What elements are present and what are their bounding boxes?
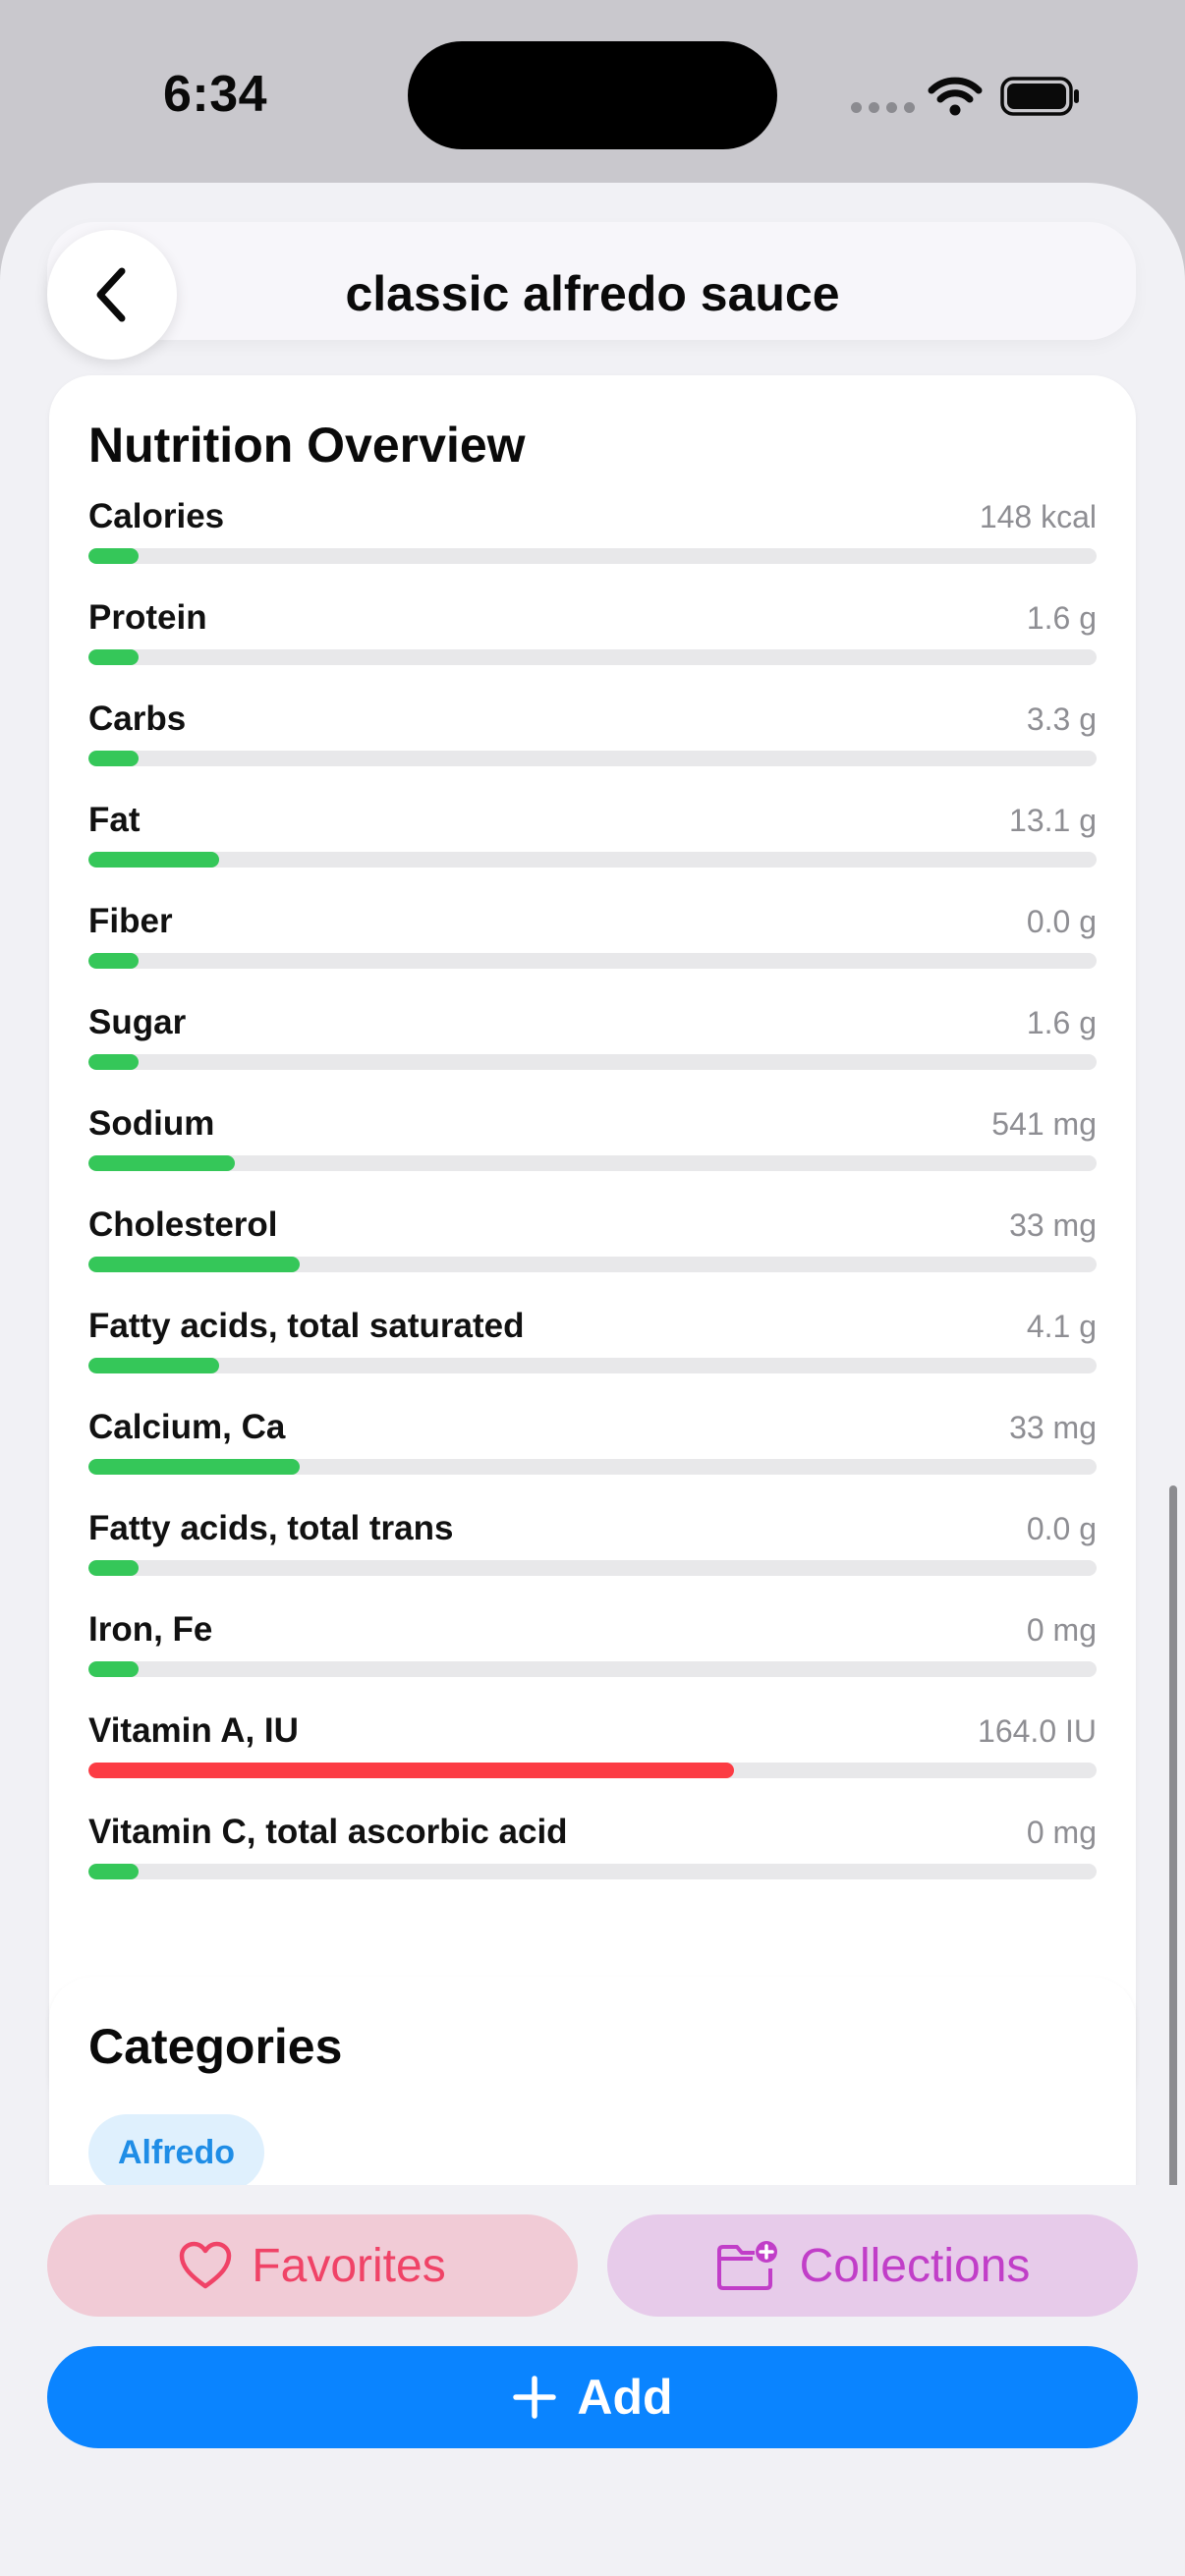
nutrient-label: Fiber [88, 902, 173, 940]
nutrition-row: Vitamin A, IU 164.0 IU [88, 1713, 1097, 1815]
nutrient-value: 33 mg [1009, 1410, 1097, 1445]
nutrient-progress-fill [88, 1763, 734, 1778]
nutrient-progress-fill [88, 649, 140, 665]
wifi-icon [928, 77, 983, 116]
nutrient-value: 0 mg [1026, 1815, 1097, 1850]
collections-label: Collections [799, 2239, 1031, 2292]
battery-icon [1000, 77, 1079, 116]
nutrient-label: Fatty acids, total saturated [88, 1307, 525, 1345]
nutrient-progress-track [88, 649, 1097, 665]
nutrient-progress-fill [88, 1864, 140, 1879]
nutrient-progress-track [88, 1257, 1097, 1272]
nutrient-progress-fill [88, 751, 140, 766]
page-title: classic alfredo sauce [345, 266, 840, 321]
heart-icon [180, 2241, 232, 2289]
nutrient-progress-fill [88, 548, 140, 564]
nutrition-list: Calories 148 kcal Protein 1.6 g Carbs 3.3 g Fa… [88, 499, 1097, 1916]
nutrient-progress-fill [88, 1459, 301, 1475]
nutrient-progress-track [88, 1155, 1097, 1171]
nutrient-progress-fill [88, 1661, 140, 1677]
bottom-action-bar: Favorites Collections Add [0, 2185, 1185, 2576]
nutrient-value: 4.1 g [1026, 1309, 1097, 1344]
nutrient-value: 1.6 g [1026, 600, 1097, 636]
nutrient-label: Vitamin A, IU [88, 1711, 299, 1750]
nutrient-label: Calories [88, 497, 225, 535]
nutrient-progress-track [88, 852, 1097, 868]
category-chip-alfredo[interactable]: Alfredo [88, 2114, 264, 2191]
nutrient-label: Sodium [88, 1104, 215, 1143]
chevron-left-icon [96, 267, 126, 322]
nutrition-row: Protein 1.6 g [88, 600, 1097, 701]
nutrient-value: 13.1 g [1009, 803, 1097, 838]
nutrient-label: Fatty acids, total trans [88, 1509, 454, 1547]
nutrient-progress-fill [88, 1155, 235, 1171]
nutrient-label: Protein [88, 598, 207, 637]
add-button[interactable]: Add [47, 2346, 1138, 2448]
nutrient-progress-fill [88, 953, 140, 969]
nutrition-row: Fat 13.1 g [88, 803, 1097, 904]
nutrient-value: 0.0 g [1026, 1511, 1097, 1546]
nutrient-value: 33 mg [1009, 1207, 1097, 1243]
nutrition-row: Carbs 3.3 g [88, 701, 1097, 803]
nutrition-row: Fiber 0.0 g [88, 904, 1097, 1005]
collections-button[interactable]: Collections [607, 2214, 1138, 2317]
nutrient-progress-track [88, 1661, 1097, 1677]
categories-title: Categories [88, 2019, 343, 2074]
nutrient-progress-fill [88, 1560, 140, 1576]
nutrient-value: 0.0 g [1026, 904, 1097, 939]
dynamic-island [408, 41, 777, 149]
nutrient-progress-track [88, 1459, 1097, 1475]
nutrition-row: Vitamin C, total ascorbic acid 0 mg [88, 1815, 1097, 1916]
nutrient-label: Iron, Fe [88, 1610, 213, 1649]
add-label: Add [577, 2370, 673, 2425]
nutrition-row: Calories 148 kcal [88, 499, 1097, 600]
nutrient-progress-track [88, 953, 1097, 969]
nutrient-progress-fill [88, 852, 220, 868]
nutrition-row: Iron, Fe 0 mg [88, 1612, 1097, 1713]
favorites-button[interactable]: Favorites [47, 2214, 578, 2317]
nutrient-progress-track [88, 548, 1097, 564]
favorites-label: Favorites [252, 2239, 446, 2292]
status-bar: 6:34 [0, 0, 1185, 187]
folder-add-icon [716, 2241, 777, 2290]
nutrient-label: Vitamin C, total ascorbic acid [88, 1813, 568, 1851]
nutrient-progress-track [88, 1054, 1097, 1070]
nutrient-label: Carbs [88, 700, 187, 738]
nutrition-row: Fatty acids, total trans 0.0 g [88, 1511, 1097, 1612]
nutrient-value: 164.0 IU [978, 1713, 1097, 1749]
cellular-signal-icon [851, 102, 915, 113]
nutrient-progress-track [88, 1763, 1097, 1778]
nutrient-progress-fill [88, 1054, 140, 1070]
nutrient-value: 3.3 g [1026, 701, 1097, 737]
nutrient-value: 541 mg [991, 1106, 1097, 1142]
nutrition-overview-card: Nutrition Overview Calories 148 kcal Prote… [49, 375, 1136, 2114]
plus-icon [513, 2376, 557, 2419]
nutrient-value: 0 mg [1026, 1612, 1097, 1648]
nutrient-progress-track [88, 751, 1097, 766]
nutrient-label: Cholesterol [88, 1205, 278, 1244]
nutrient-progress-fill [88, 1358, 220, 1373]
nutrient-progress-track [88, 1560, 1097, 1576]
nutrient-value: 148 kcal [979, 499, 1097, 534]
nutrient-progress-track [88, 1864, 1097, 1879]
nutrient-label: Sugar [88, 1003, 187, 1041]
back-button[interactable] [47, 230, 177, 360]
nutrient-progress-fill [88, 1257, 301, 1272]
nutrient-label: Calcium, Ca [88, 1408, 286, 1446]
nutrient-progress-track [88, 1358, 1097, 1373]
nutrition-overview-title: Nutrition Overview [88, 418, 526, 473]
status-time: 6:34 [163, 66, 268, 123]
nutrition-row: Fatty acids, total saturated 4.1 g [88, 1309, 1097, 1410]
nutrition-row: Calcium, Ca 33 mg [88, 1410, 1097, 1511]
nutrition-row: Cholesterol 33 mg [88, 1207, 1097, 1309]
nutrition-row: Sodium 541 mg [88, 1106, 1097, 1207]
nutrient-label: Fat [88, 801, 141, 839]
nutrition-row: Sugar 1.6 g [88, 1005, 1097, 1106]
nutrient-value: 1.6 g [1026, 1005, 1097, 1040]
